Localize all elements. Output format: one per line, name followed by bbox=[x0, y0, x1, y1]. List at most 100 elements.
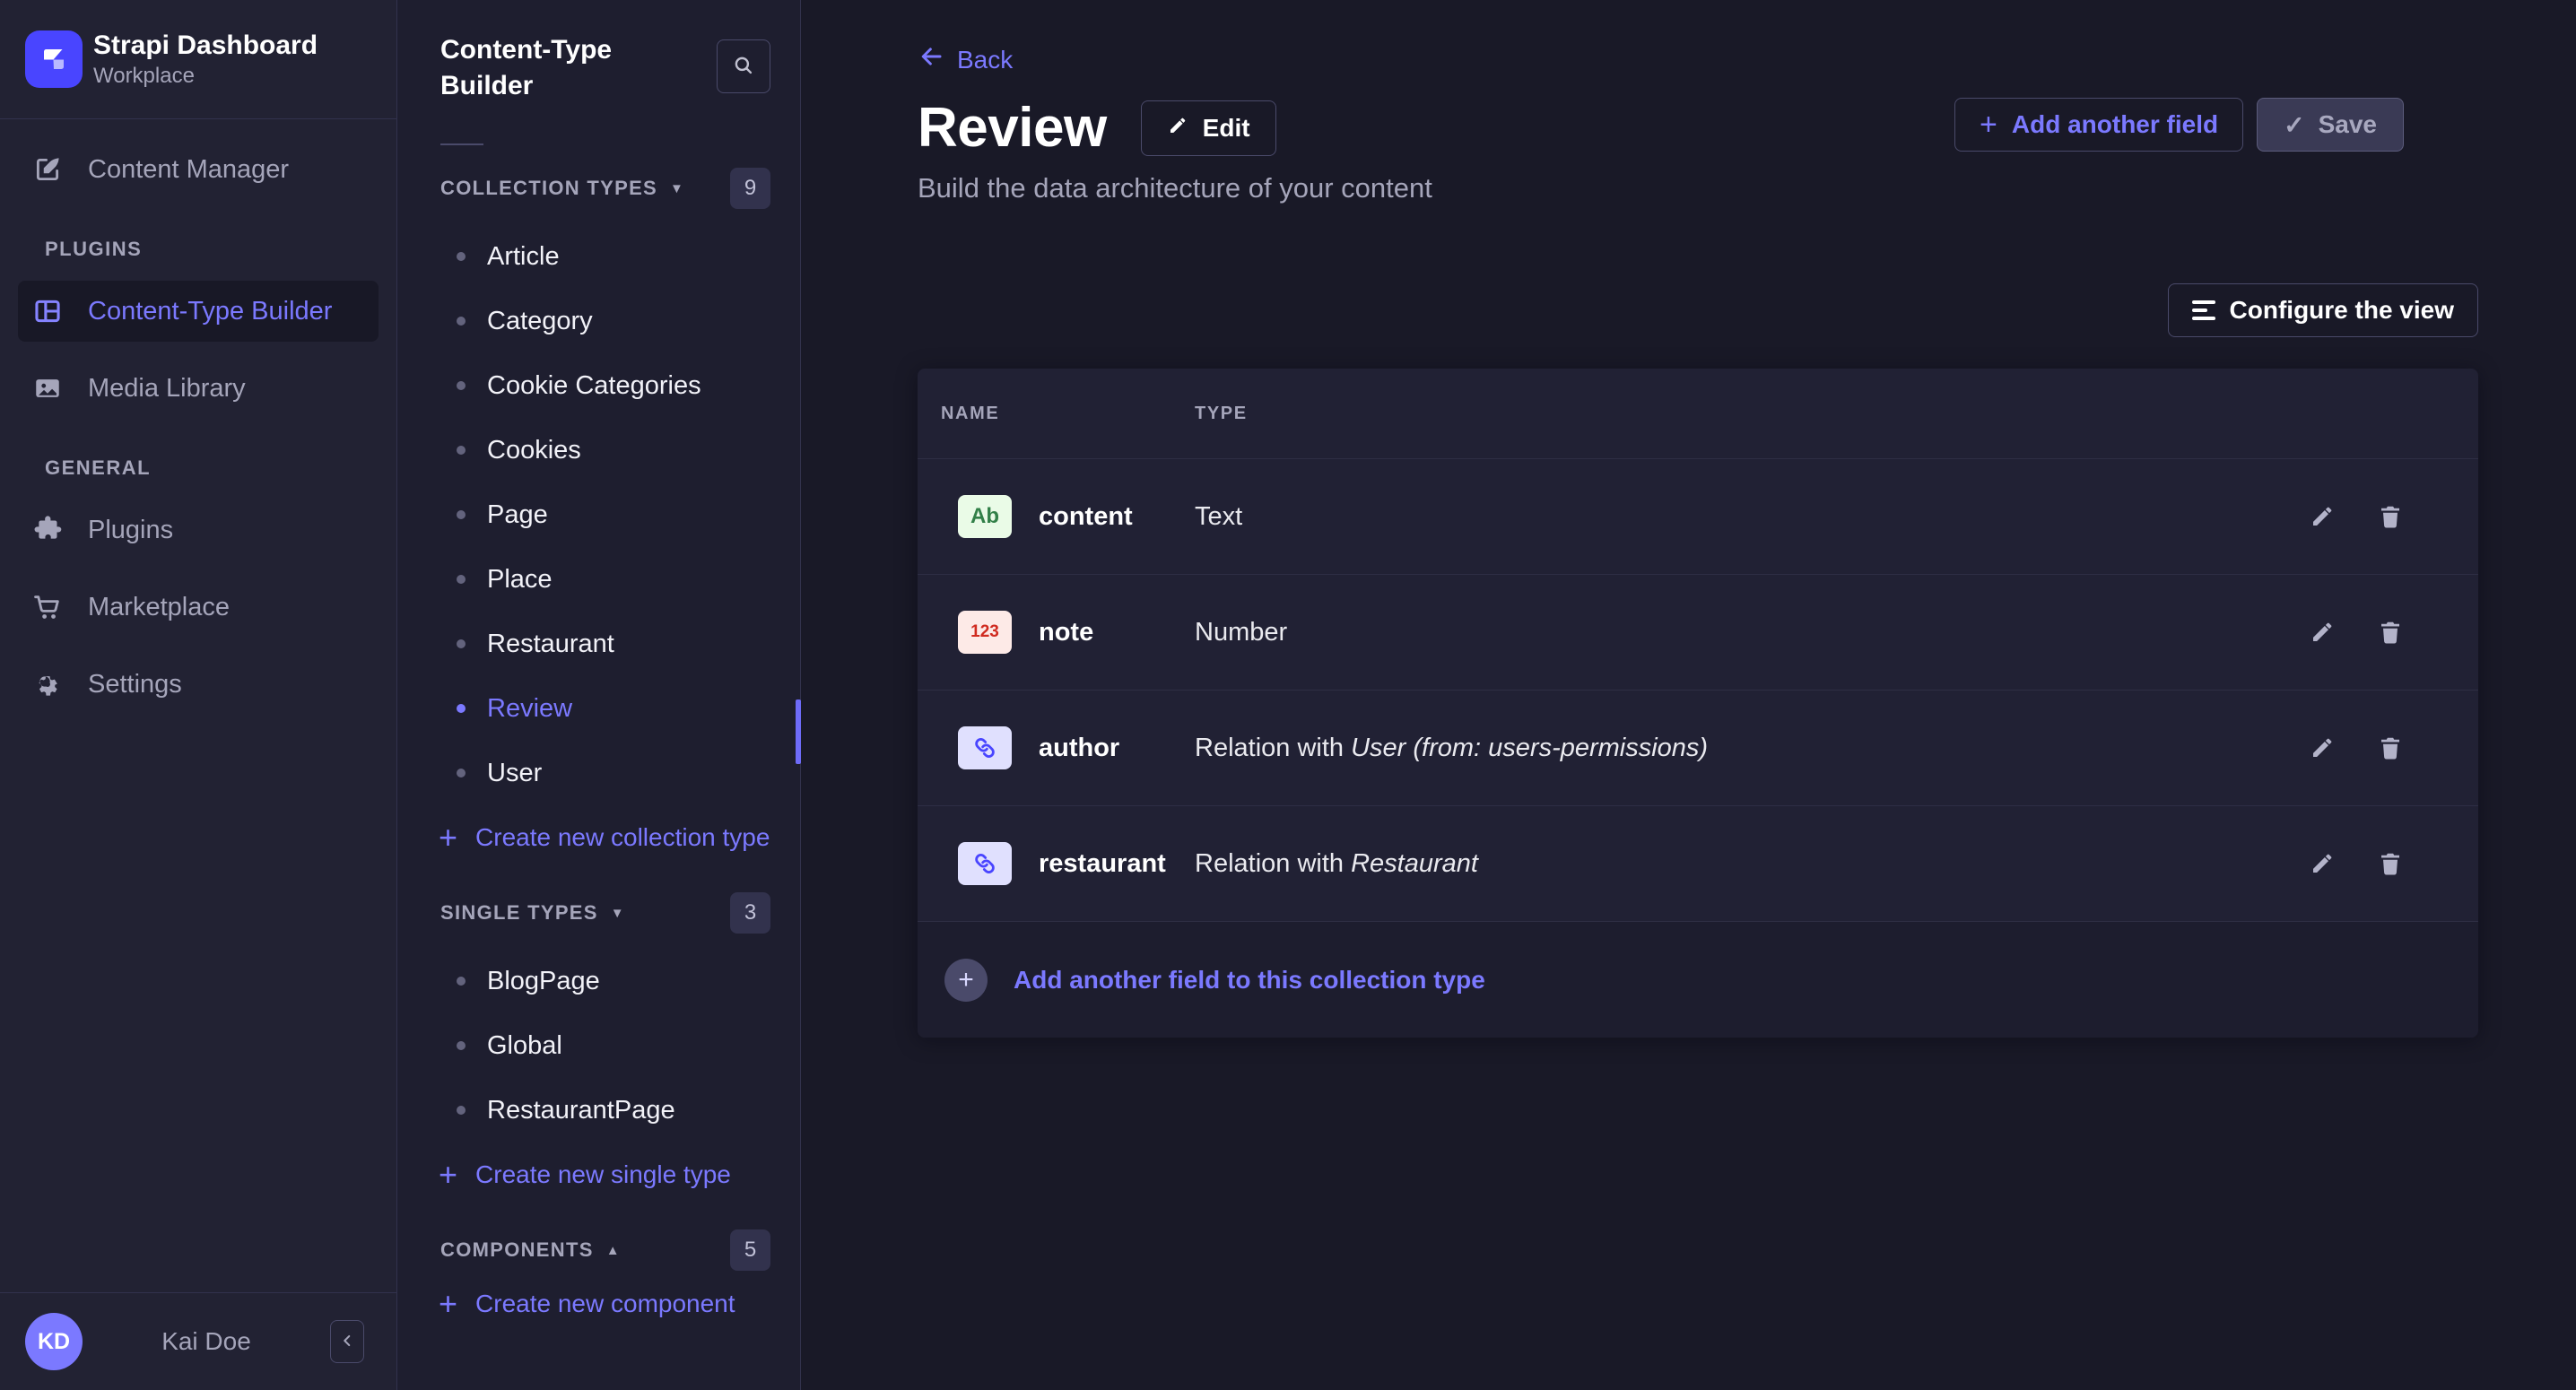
nav-item-content-type-builder[interactable]: Content-Type Builder bbox=[18, 281, 379, 342]
list-item-label: Page bbox=[487, 500, 548, 530]
plus-circle-icon: + bbox=[944, 959, 988, 1002]
delete-field-button[interactable] bbox=[2377, 619, 2404, 646]
table-row-restaurant[interactable]: restaurant Relation with Restaurant bbox=[918, 806, 2478, 922]
list-item-cookies[interactable]: Cookies bbox=[397, 418, 800, 482]
caret-down-icon[interactable]: ▼ bbox=[670, 181, 683, 196]
plus-icon: + bbox=[439, 1159, 457, 1191]
picture-icon bbox=[32, 373, 63, 404]
list-item-label: Place bbox=[487, 565, 553, 595]
list-item-restaurant[interactable]: Restaurant bbox=[397, 612, 800, 676]
caret-down-icon[interactable]: ▼ bbox=[611, 906, 624, 921]
main-content: Back + Add another field ✓ Save Review E… bbox=[801, 0, 2576, 1390]
field-name: author bbox=[1039, 734, 1119, 763]
add-field-label: Add another field bbox=[2012, 110, 2218, 139]
components-header: COMPONENTS ▲ 5 bbox=[440, 1229, 770, 1272]
delete-field-button[interactable] bbox=[2377, 503, 2404, 530]
list-item-blogpage[interactable]: BlogPage bbox=[397, 949, 800, 1013]
components-count-badge: 5 bbox=[730, 1229, 770, 1271]
table-row-note[interactable]: 123 note Number bbox=[918, 575, 2478, 691]
collapse-sidebar-button[interactable] bbox=[330, 1320, 364, 1363]
nav-item-marketplace[interactable]: Marketplace bbox=[18, 577, 379, 638]
delete-field-button[interactable] bbox=[2377, 734, 2404, 761]
create-link-label: Create new collection type bbox=[475, 823, 770, 852]
list-item-label: Article bbox=[487, 242, 560, 272]
list-item-page[interactable]: Page bbox=[397, 482, 800, 547]
header-actions: + Add another field ✓ Save bbox=[1954, 98, 2404, 152]
nav-item-content-manager[interactable]: Content Manager bbox=[18, 139, 379, 200]
list-item-label: Global bbox=[487, 1031, 562, 1061]
add-another-field-button[interactable]: + Add another field bbox=[1954, 98, 2243, 152]
list-item-label: Cookies bbox=[487, 436, 581, 465]
edit-field-button[interactable] bbox=[2309, 850, 2336, 877]
user-avatar[interactable]: KD bbox=[25, 1313, 83, 1370]
fields-table: NAME TYPE Ab content Text 123 note bbox=[918, 369, 2478, 1038]
table-header-row: NAME TYPE bbox=[918, 369, 2478, 459]
nav-item-settings[interactable]: Settings bbox=[18, 654, 379, 715]
add-field-to-collection-row[interactable]: + Add another field to this collection t… bbox=[918, 922, 2478, 1038]
main-nav: Content Manager PLUGINS Content-Type Bui… bbox=[0, 119, 396, 715]
list-item-label: Review bbox=[487, 694, 572, 724]
field-type: Relation with User (from: users-permissi… bbox=[1195, 734, 2309, 763]
list-item-article[interactable]: Article bbox=[397, 224, 800, 289]
list-item-user[interactable]: User bbox=[397, 741, 800, 805]
search-icon bbox=[732, 54, 755, 80]
caret-up-icon[interactable]: ▲ bbox=[606, 1243, 620, 1258]
edit-field-button[interactable] bbox=[2309, 619, 2336, 646]
nav-item-plugins[interactable]: Plugins bbox=[18, 500, 379, 560]
list-item-cookie-categories[interactable]: Cookie Categories bbox=[397, 353, 800, 418]
collection-types-list: Article Category Cookie Categories Cooki… bbox=[397, 224, 800, 805]
bullet-icon bbox=[457, 446, 466, 455]
list-item-place[interactable]: Place bbox=[397, 547, 800, 612]
create-single-type-link[interactable]: + Create new single type bbox=[397, 1142, 800, 1207]
collection-types-label[interactable]: COLLECTION TYPES bbox=[440, 177, 657, 200]
nav-item-media-library[interactable]: Media Library bbox=[18, 358, 379, 419]
components-label[interactable]: COMPONENTS bbox=[440, 1238, 594, 1262]
edit-button[interactable]: Edit bbox=[1141, 100, 1276, 156]
table-row-content[interactable]: Ab content Text bbox=[918, 459, 2478, 575]
nav-item-label: Media Library bbox=[88, 374, 246, 404]
workspace-brand[interactable]: Strapi Dashboard Workplace bbox=[0, 0, 396, 119]
list-item-global[interactable]: Global bbox=[397, 1013, 800, 1078]
nav-section-plugins: PLUGINS bbox=[45, 238, 366, 261]
bullet-icon bbox=[457, 252, 466, 261]
bullet-icon bbox=[457, 704, 466, 713]
brand-subtitle: Workplace bbox=[93, 63, 318, 90]
collection-types-count-badge: 9 bbox=[730, 168, 770, 209]
bullet-icon bbox=[457, 769, 466, 778]
save-button[interactable]: ✓ Save bbox=[2257, 98, 2404, 152]
text-field-icon: Ab bbox=[958, 495, 1012, 538]
edit-field-button[interactable] bbox=[2309, 503, 2336, 530]
back-link[interactable]: Back bbox=[918, 43, 1013, 76]
pen-square-icon bbox=[32, 154, 63, 185]
bullet-icon bbox=[457, 575, 466, 584]
table-row-author[interactable]: author Relation with User (from: users-p… bbox=[918, 691, 2478, 806]
create-component-link[interactable]: + Create new component bbox=[397, 1272, 800, 1336]
bullet-icon bbox=[457, 1041, 466, 1050]
single-types-count-badge: 3 bbox=[730, 892, 770, 934]
single-types-label[interactable]: SINGLE TYPES bbox=[440, 901, 598, 925]
create-collection-type-link[interactable]: + Create new collection type bbox=[397, 805, 800, 870]
create-link-label: Create new single type bbox=[475, 1160, 731, 1189]
nav-item-label: Content-Type Builder bbox=[88, 297, 332, 326]
add-field-footer-label: Add another field to this collection typ… bbox=[1014, 966, 1485, 995]
list-item-restaurantpage[interactable]: RestaurantPage bbox=[397, 1078, 800, 1142]
list-item-label: Category bbox=[487, 307, 593, 336]
arrow-left-icon bbox=[918, 43, 944, 76]
relation-field-icon bbox=[958, 842, 1012, 885]
bullet-icon bbox=[457, 381, 466, 390]
search-button[interactable] bbox=[717, 39, 770, 93]
configure-view-button[interactable]: Configure the view bbox=[2168, 283, 2478, 337]
nav-item-label: Marketplace bbox=[88, 593, 230, 622]
subnav-divider bbox=[440, 143, 483, 145]
list-item-category[interactable]: Category bbox=[397, 289, 800, 353]
nav-item-label: Settings bbox=[88, 670, 182, 699]
back-label: Back bbox=[957, 46, 1013, 74]
brand-title: Strapi Dashboard bbox=[93, 29, 318, 63]
column-header-type: TYPE bbox=[1195, 404, 2404, 424]
delete-field-button[interactable] bbox=[2377, 850, 2404, 877]
bullet-icon bbox=[457, 1106, 466, 1115]
edit-field-button[interactable] bbox=[2309, 734, 2336, 761]
field-name: content bbox=[1039, 502, 1133, 532]
sidebar-user-area: KD Kai Doe bbox=[0, 1292, 396, 1390]
list-item-review-active[interactable]: Review bbox=[397, 676, 800, 741]
